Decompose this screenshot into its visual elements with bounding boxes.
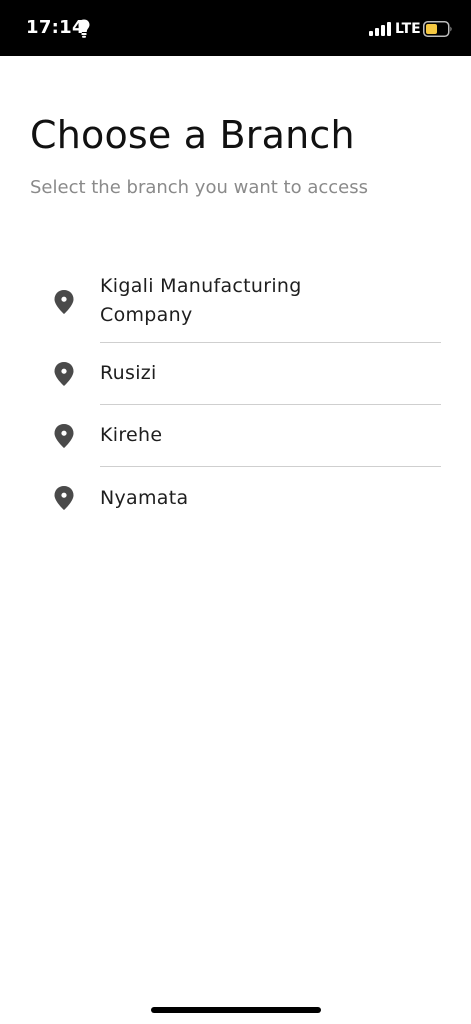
branch-item-label: Kirehe [100, 424, 163, 446]
branch-item-kirehe[interactable]: Kirehe [0, 405, 471, 467]
location-pin-icon [54, 362, 74, 386]
branch-item-label-row: Kirehe [100, 405, 441, 467]
status-time: 17:14 [26, 17, 85, 38]
branch-item-label-row: Nyamata [100, 467, 441, 529]
network-type-label: LTE [395, 21, 421, 37]
battery-icon [423, 21, 452, 37]
app-screen: 17:14 LTE Choose a Branch Select the bra… [0, 0, 471, 1024]
location-pin-icon [54, 289, 74, 314]
branch-item-label: Rusizi [100, 362, 157, 384]
branch-item-nyamata[interactable]: Nyamata [0, 467, 471, 529]
lightbulb-icon [78, 19, 90, 38]
page-subtitle: Select the branch you want to access [30, 177, 368, 198]
signal-icon [369, 22, 391, 36]
status-bar: 17:14 LTE [0, 0, 471, 56]
branch-item-label-row: Rusizi [100, 343, 441, 405]
branch-item-rusizi[interactable]: Rusizi [0, 343, 471, 405]
page-title: Choose a Branch [30, 113, 355, 157]
branch-item-kigali-manufacturing-company[interactable]: Kigali Manufacturing Company [0, 260, 471, 343]
location-pin-icon [54, 486, 74, 510]
branch-item-label-row: Kigali Manufacturing Company [100, 260, 441, 343]
location-pin-icon [54, 424, 74, 448]
branch-item-label: Nyamata [100, 486, 189, 509]
branch-list: Kigali Manufacturing Company Rusizi Kire… [0, 260, 471, 529]
branch-item-label: Kigali Manufacturing Company [100, 275, 302, 326]
home-indicator[interactable] [151, 1007, 321, 1013]
